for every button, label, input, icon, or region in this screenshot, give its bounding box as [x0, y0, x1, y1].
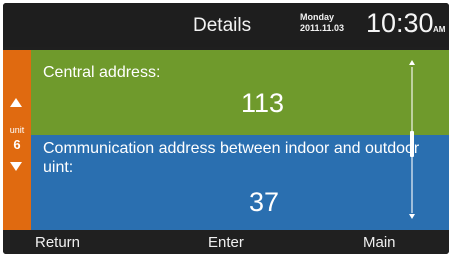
communication-address-value: 37	[249, 187, 280, 217]
unit-number: 6	[13, 137, 21, 152]
unit-label: unit	[9, 125, 25, 135]
enter-button[interactable]: Enter	[208, 234, 244, 251]
main-button[interactable]: Main	[363, 234, 396, 251]
header-bar: Details Monday 2011.11.03 10:30 AM	[3, 3, 449, 47]
scroll-up-arrow-icon[interactable]	[409, 60, 415, 65]
unit-selector: unit 6	[3, 50, 31, 230]
unit-down-arrow-icon[interactable]	[10, 162, 22, 171]
central-address-value: 113	[241, 88, 285, 118]
scrollbar-thumb[interactable]	[410, 131, 414, 157]
day-label: Monday	[300, 12, 335, 22]
scroll-down-arrow-icon[interactable]	[409, 214, 415, 219]
date-label: 2011.11.03	[300, 23, 345, 33]
clock-ampm: AM	[433, 25, 446, 34]
return-button[interactable]: Return	[35, 234, 80, 251]
communication-address-panel[interactable]: Communication address between indoor and…	[31, 135, 449, 230]
date-display: Monday 2011.11.03	[300, 12, 344, 34]
central-address-label: Central address:	[43, 64, 161, 81]
communication-address-label: Communication address between indoor and…	[43, 140, 420, 176]
unit-up-arrow-icon[interactable]	[10, 98, 22, 107]
footer-bar: Return Enter Main	[3, 230, 449, 254]
clock-time: 10:30	[366, 8, 434, 38]
page-title: Details	[193, 15, 252, 36]
central-address-panel[interactable]: Central address: 113	[31, 50, 449, 135]
screen: Details Monday 2011.11.03 10:30 AM unit …	[3, 3, 449, 254]
